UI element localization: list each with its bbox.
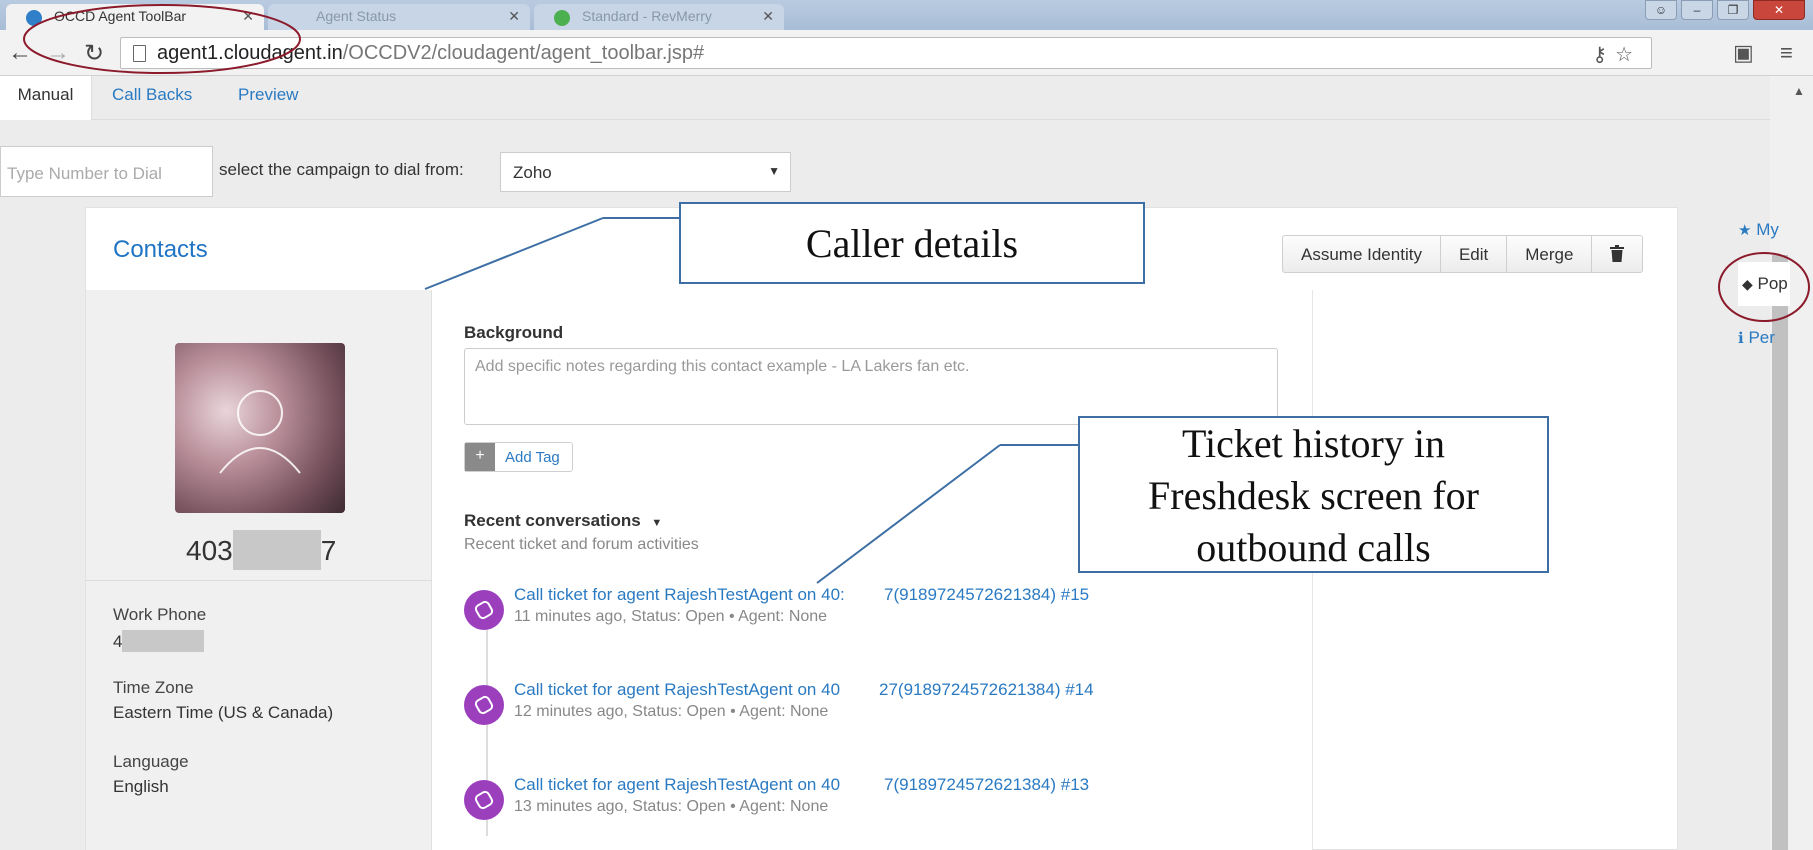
caller-callout-line	[424, 217, 604, 290]
callout-text: Caller details	[805, 221, 1019, 266]
callout-text: outbound calls	[1196, 525, 1431, 570]
ticket-callout-line	[816, 444, 1001, 584]
callout-text: Freshdesk screen for	[1148, 473, 1479, 518]
callout-text: Ticket history in	[1182, 421, 1445, 466]
pop-highlight-ellipse	[1718, 252, 1810, 322]
ticket-history-callout: Ticket history in Freshdesk screen for o…	[1078, 416, 1549, 573]
caller-details-callout: Caller details	[679, 202, 1145, 284]
url-highlight-ellipse	[23, 4, 301, 74]
